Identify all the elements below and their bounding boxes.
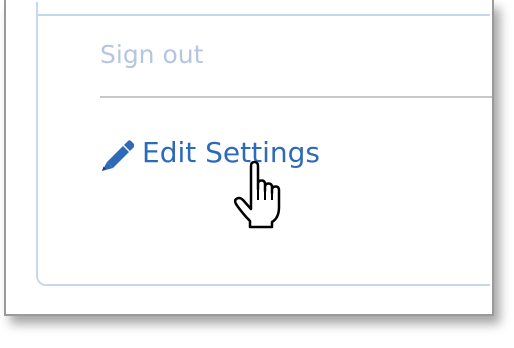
dropdown-menu-frame: Sign out Edit Settings: [4, 0, 494, 316]
panel-border-accent: [36, 2, 38, 16]
hand-pointer-cursor-icon: [233, 160, 281, 229]
sign-out-link[interactable]: Sign out: [100, 38, 203, 72]
pencil-icon: [102, 140, 134, 171]
account-menu-panel: Sign out Edit Settings: [36, 2, 492, 286]
menu-divider: [100, 96, 492, 98]
